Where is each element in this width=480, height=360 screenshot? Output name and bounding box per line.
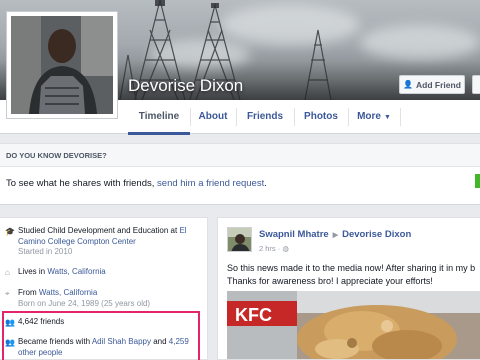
friend-request-suffix: . [264, 178, 267, 189]
education-prefix: Studied Child Development and Education … [18, 226, 180, 235]
post-header: Swapnil Mhatre ▶ Devorise Dixon [259, 229, 411, 240]
lives-in-link[interactable]: Watts, California [47, 267, 105, 276]
profile-name[interactable]: Devorise Dixon [128, 76, 243, 96]
green-action-button[interactable] [475, 174, 480, 188]
message-button[interactable] [472, 75, 480, 94]
location-pin-icon: ⌖ [5, 289, 10, 298]
post-image-text: KFC [235, 305, 272, 325]
post-image[interactable]: KFC [227, 291, 480, 359]
post-time-text: 2 hrs · [259, 244, 283, 253]
tab-divider [400, 108, 401, 126]
lives-prefix: Lives in [18, 267, 48, 276]
post-target-link[interactable]: Devorise Dixon [342, 229, 411, 240]
post-author-avatar[interactable] [227, 227, 252, 252]
tab-photos[interactable]: Photos [294, 100, 348, 134]
tab-about[interactable]: About [190, 100, 236, 134]
timeline-post: Swapnil Mhatre ▶ Devorise Dixon 2 hrs · ◍ … [217, 217, 480, 360]
do-you-know-heading: DO YOU KNOW DEVORISE? [6, 151, 107, 160]
post-body: So this news made it to the media now! A… [227, 262, 480, 287]
from-link[interactable]: Watts, California [39, 288, 97, 297]
post-line-2: Thanks for awareness bro! I appreciate y… [227, 275, 433, 286]
avatar [11, 16, 113, 114]
home-icon: ⌂ [5, 268, 10, 277]
arrow-right-icon: ▶ [332, 232, 339, 239]
add-friend-label: Add Friend [416, 79, 461, 90]
globe-icon: ◍ [282, 244, 289, 253]
tab-friends[interactable]: Friends [236, 100, 294, 134]
tab-more-label: More [357, 111, 381, 122]
friend-request-prefix: To see what he shares with friends, [6, 178, 158, 189]
do-you-know-box: DO YOU KNOW DEVORISE? To see what he sha… [0, 143, 480, 205]
from-prefix: From [18, 288, 39, 297]
graduation-cap-icon: 🎓 [5, 227, 15, 236]
send-friend-request-link[interactable]: send him a friend request [157, 178, 264, 189]
post-author-link[interactable]: Swapnil Mhatre [259, 229, 329, 240]
tab-more[interactable]: More ▼ [348, 100, 400, 134]
do-you-know-text: To see what he shares with friends, send… [6, 178, 267, 189]
profile-picture[interactable] [6, 11, 118, 119]
add-friend-icon: 👤 [403, 80, 414, 89]
tab-timeline[interactable]: Timeline [128, 100, 190, 135]
chevron-down-icon: ▼ [383, 114, 391, 121]
add-friend-button[interactable]: 👤 Add Friend [399, 75, 465, 94]
post-line-1: So this news made it to the media now! A… [227, 263, 476, 273]
birthday-text: Born on June 24, 1989 (25 years old) [18, 298, 151, 308]
highlight-box [2, 311, 200, 360]
education-start: Started in 2010 [18, 247, 73, 256]
do-you-know-header: DO YOU KNOW DEVORISE? [0, 144, 480, 167]
post-timestamp[interactable]: 2 hrs · ◍ [259, 244, 289, 253]
